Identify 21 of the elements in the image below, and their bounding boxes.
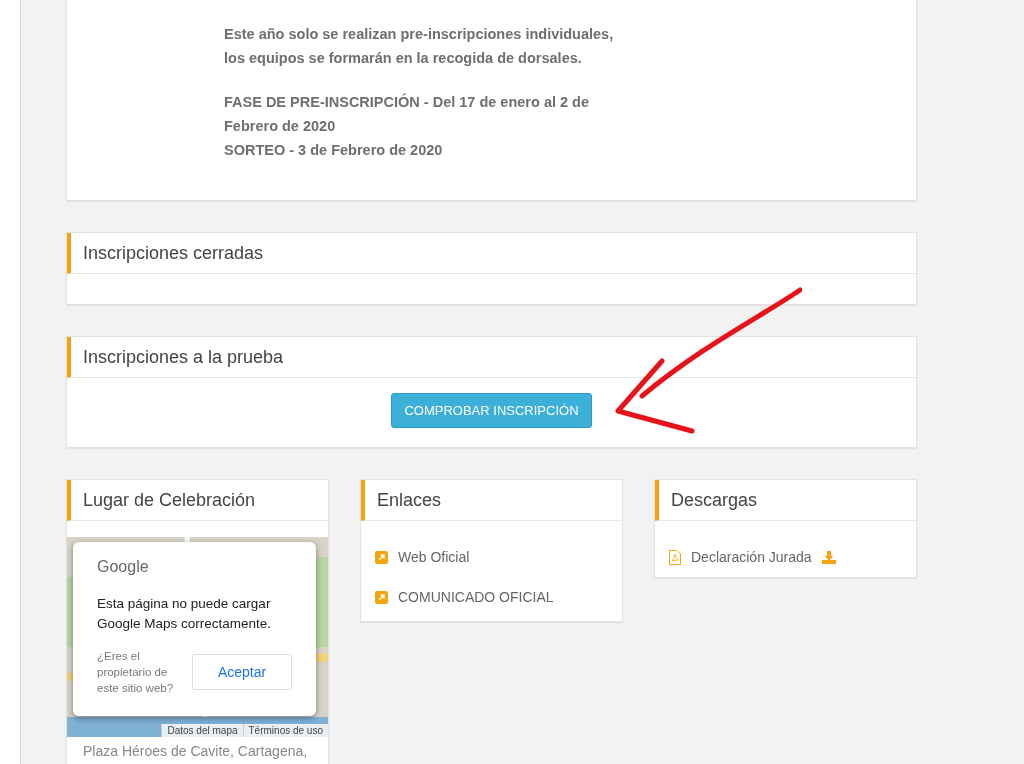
download-icon [821, 550, 836, 564]
notice-text: Este año solo se realizan pre-inscripciones individuales, los equipos se formarán en la recogida de dorsales. [224, 25, 615, 68]
brand-text: Google [97, 558, 150, 576]
external-link-icon [375, 550, 388, 564]
notice-text: FASE DE PRE-INSCRIPCIÓN - Del 17 de enero al 2 de Febrero de 2020 SORTEO - 3 de Febrero de 2020 [224, 92, 590, 160]
external-link-icon [375, 590, 388, 604]
link[interactable]: Web Oficial [375, 537, 608, 577]
pdf-file-icon [669, 549, 681, 565]
error-message: Esta página no puede cargar Google Maps correctamente. [97, 595, 273, 633]
panel-title: Inscripciones cerradas [83, 242, 264, 264]
download-link[interactable]: Declaración Jurada [669, 537, 902, 577]
panel-title: Enlaces [377, 489, 442, 511]
address-text: Plaza Héroes de Cavite, Cartagena, [82, 742, 309, 761]
attribution-link[interactable]: Términos de uso [242, 724, 328, 737]
panel-title: Lugar de Celebración [83, 489, 256, 511]
panel-title: Inscripciones a la prueba [83, 346, 284, 368]
panel-title: Descargas [671, 489, 758, 511]
attribution-link[interactable]: Datos del mapa [161, 724, 243, 737]
link[interactable]: COMUNICADO OFICIAL [375, 577, 608, 617]
accept-button[interactable]: Aceptar [192, 654, 292, 690]
owner-question: ¿Eres el propietario de este sitio web? [97, 649, 175, 696]
